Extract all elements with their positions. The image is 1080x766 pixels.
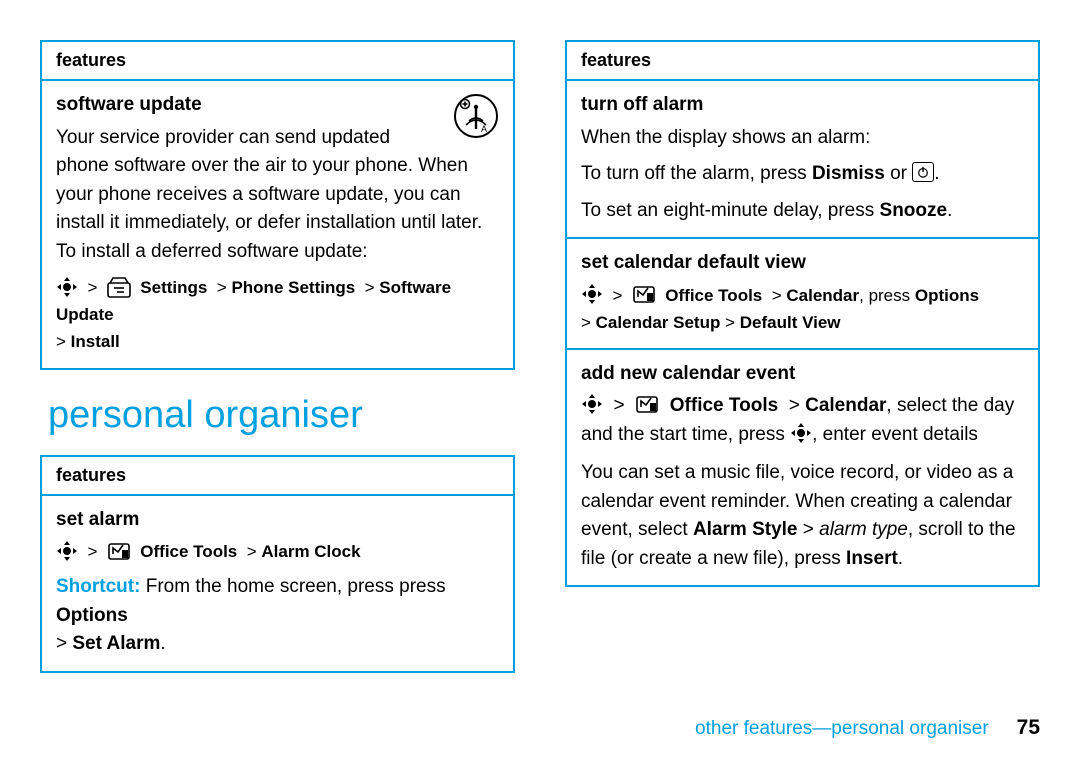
antenna-icon: A	[453, 93, 499, 139]
set-alarm-shortcut: Shortcut: From the home screen, press pr…	[56, 573, 499, 659]
features-box-right: features turn off alarm When the display…	[565, 40, 1040, 587]
right-column: features turn off alarm When the display…	[565, 40, 1040, 673]
features-header-2: features	[42, 457, 513, 496]
office-tools-icon	[635, 393, 659, 415]
software-update-path: > Settings > Phone Settings > Software U…	[56, 274, 499, 356]
settings-icon	[107, 276, 131, 298]
page-number: 75	[1017, 716, 1040, 740]
office-tools-icon	[107, 540, 131, 562]
set-alarm-section: set alarm > Office Tools > Alarm Clock S…	[42, 496, 513, 671]
turn-off-alarm-l3: To set an eight-minute delay, press Snoo…	[581, 197, 1024, 226]
end-key-icon	[912, 162, 934, 182]
turn-off-alarm-title: turn off alarm	[581, 91, 1024, 120]
turn-off-alarm-section: turn off alarm When the display shows an…	[567, 81, 1038, 237]
software-update-body: Your service provider can send updated p…	[56, 124, 499, 267]
page-footer: other features—personal organiser 75	[695, 716, 1040, 740]
add-event-body: You can set a music file, voice record, …	[581, 459, 1024, 573]
add-event-section: add new calendar event > Office Tools > …	[567, 348, 1038, 586]
page-columns: features A software update Your service …	[40, 40, 1040, 673]
svg-text:A: A	[481, 124, 487, 134]
add-event-path: > Office Tools > Calendar, select the da…	[581, 392, 1024, 449]
section-heading: personal organiser	[48, 394, 515, 437]
turn-off-alarm-l1: When the display shows an alarm:	[581, 124, 1024, 153]
features-header: features	[42, 42, 513, 81]
nav-key-icon	[56, 276, 78, 298]
left-column: features A software update Your service …	[40, 40, 515, 673]
office-tools-icon	[632, 283, 656, 305]
footer-text: other features—personal organiser	[695, 718, 989, 740]
set-alarm-title: set alarm	[56, 506, 499, 535]
features-box-software: features A software update Your service …	[40, 40, 515, 370]
nav-key-icon	[790, 422, 812, 444]
calendar-default-title: set calendar default view	[581, 249, 1024, 278]
features-header-3: features	[567, 42, 1038, 81]
calendar-default-section: set calendar default view > Office Tools…	[567, 237, 1038, 348]
nav-key-icon	[581, 393, 603, 415]
features-box-alarm: features set alarm > Office Tools > Alar…	[40, 455, 515, 673]
add-event-title: add new calendar event	[581, 360, 1024, 389]
software-update-title: software update	[56, 91, 499, 120]
nav-key-icon	[56, 540, 78, 562]
nav-key-icon	[581, 283, 603, 305]
set-alarm-path: > Office Tools > Alarm Clock	[56, 538, 499, 565]
software-update-section: A software update Your service provider …	[42, 81, 513, 368]
calendar-default-path: > Office Tools > Calendar, press Options…	[581, 282, 1024, 336]
turn-off-alarm-l2: To turn off the alarm, press Dismiss or …	[581, 160, 1024, 189]
